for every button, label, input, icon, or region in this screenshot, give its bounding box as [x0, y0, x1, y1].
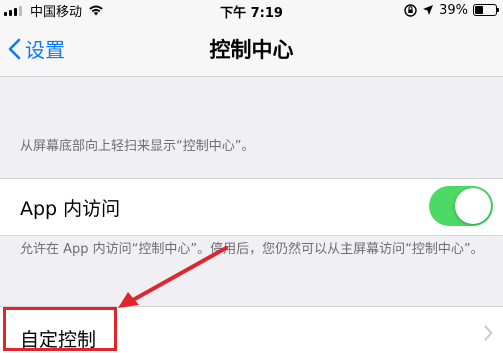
- annotation-arrow-icon: [118, 246, 228, 308]
